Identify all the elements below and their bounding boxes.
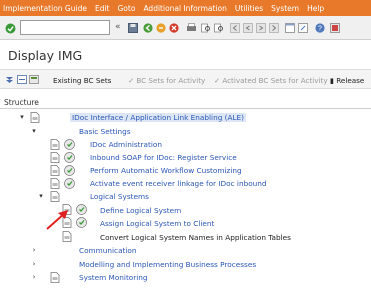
bc-sets-for-activity-label: BC Sets for Activity	[136, 76, 206, 85]
tree-node-workflow-customizing[interactable]: Perform Automatic Workflow Customizing	[90, 166, 242, 175]
exit-icon[interactable]	[156, 23, 166, 33]
execute-activity-icon[interactable]	[64, 139, 75, 150]
document-icon[interactable]	[50, 139, 60, 150]
tree-node-modelling-business-processes[interactable]: Modelling and Implementing Business Proc…	[79, 260, 256, 269]
tree-node-inbound-soap[interactable]: Inbound SOAP for IDoc: Register Service	[90, 153, 237, 162]
expand-all-icon[interactable]	[5, 75, 14, 84]
title-bar: Display IMG	[0, 41, 371, 68]
page-title: Display IMG	[8, 48, 83, 63]
collapse-icon[interactable]	[17, 75, 27, 84]
expand-arrow-root[interactable]: ▾	[18, 113, 26, 121]
bc-sets-for-activity-button[interactable]: ✓ BC Sets for Activity	[128, 76, 205, 85]
last-page-icon[interactable]	[269, 23, 279, 33]
next-page-icon[interactable]	[256, 23, 266, 33]
release-button[interactable]: ▮ Release	[330, 76, 364, 85]
menu-bar: Implementation Guide Edit Goto Additiona…	[0, 0, 371, 16]
tree-node-activate-event-receiver[interactable]: Activate event receiver linkage for IDoc…	[90, 179, 267, 188]
pointer-arrow-icon	[46, 210, 68, 230]
tree-node-convert-logical-system-names[interactable]: Convert Logical System Names in Applicat…	[100, 233, 291, 242]
document-icon[interactable]	[50, 272, 60, 283]
execute-activity-icon[interactable]	[76, 217, 87, 228]
help-icon[interactable]: ?	[315, 23, 325, 33]
document-icon[interactable]	[50, 152, 60, 163]
customize-layout-icon[interactable]	[330, 23, 340, 33]
expand-arrow-basic-settings[interactable]: ▾	[30, 127, 38, 135]
menu-edit[interactable]: Edit	[95, 4, 110, 13]
activated-bc-sets-label: Activated BC Sets for Activity	[222, 76, 328, 85]
menu-goto[interactable]: Goto	[118, 4, 136, 13]
shortcut-icon[interactable]	[298, 23, 308, 33]
tree-node-idoc-interface[interactable]: IDoc Interface / Application Link Enabli…	[70, 113, 247, 122]
tree-node-basic-settings[interactable]: Basic Settings	[79, 127, 131, 136]
document-icon[interactable]	[30, 112, 40, 123]
back-history-icon[interactable]: «	[115, 22, 121, 35]
application-toolbar: Existing BC Sets ✓ BC Sets for Activity …	[0, 69, 371, 89]
tree-node-logical-systems[interactable]: Logical Systems	[90, 192, 149, 201]
menu-system[interactable]: System	[271, 4, 299, 13]
expand-arrow-communication[interactable]: ›	[30, 246, 38, 254]
find-icon[interactable]	[201, 23, 211, 33]
new-session-icon[interactable]	[285, 23, 295, 33]
cancel-icon[interactable]	[169, 23, 179, 33]
command-field[interactable]	[20, 20, 110, 35]
structure-column-header: Structure	[4, 98, 39, 107]
previous-page-icon[interactable]	[243, 23, 253, 33]
divider	[0, 108, 371, 109]
enter-icon[interactable]	[5, 23, 16, 34]
expand-arrow-logical-systems[interactable]: ▾	[37, 192, 45, 200]
tree-node-system-monitoring[interactable]: System Monitoring	[79, 273, 148, 282]
execute-activity-icon[interactable]	[76, 204, 87, 215]
tree-node-define-logical-system[interactable]: Define Logical System	[100, 206, 181, 215]
document-icon[interactable]	[50, 191, 60, 202]
execute-activity-icon[interactable]	[64, 165, 75, 176]
svg-text:?: ?	[318, 26, 322, 33]
execute-activity-icon[interactable]	[64, 152, 75, 163]
where-used-icon[interactable]	[29, 75, 39, 84]
back-icon[interactable]	[143, 23, 153, 33]
activated-bc-sets-button[interactable]: ✓ Activated BC Sets for Activity	[214, 76, 328, 85]
system-toolbar: « ?	[0, 16, 371, 40]
expand-arrow-monitoring[interactable]: ›	[30, 273, 38, 281]
print-icon[interactable]	[186, 23, 197, 33]
document-icon[interactable]	[50, 165, 60, 176]
tree-node-idoc-administration[interactable]: IDoc Administration	[90, 140, 162, 149]
menu-additional-information[interactable]: Additional Information	[143, 4, 226, 13]
menu-utilities[interactable]: Utilities	[235, 4, 263, 13]
find-next-icon[interactable]	[214, 23, 224, 33]
existing-bc-sets-button[interactable]: Existing BC Sets	[53, 76, 111, 85]
first-page-icon[interactable]	[230, 23, 240, 33]
document-icon[interactable]	[50, 178, 60, 189]
menu-implementation-guide[interactable]: Implementation Guide	[3, 4, 87, 13]
release-label: Release	[336, 76, 365, 85]
save-icon[interactable]	[128, 23, 138, 33]
tree-node-communication[interactable]: Communication	[79, 246, 137, 255]
expand-arrow-modelling[interactable]: ›	[30, 260, 38, 268]
tree-node-assign-logical-system[interactable]: Assign Logical System to Client	[100, 219, 214, 228]
menu-help[interactable]: Help	[307, 4, 324, 13]
execute-activity-icon[interactable]	[64, 178, 75, 189]
